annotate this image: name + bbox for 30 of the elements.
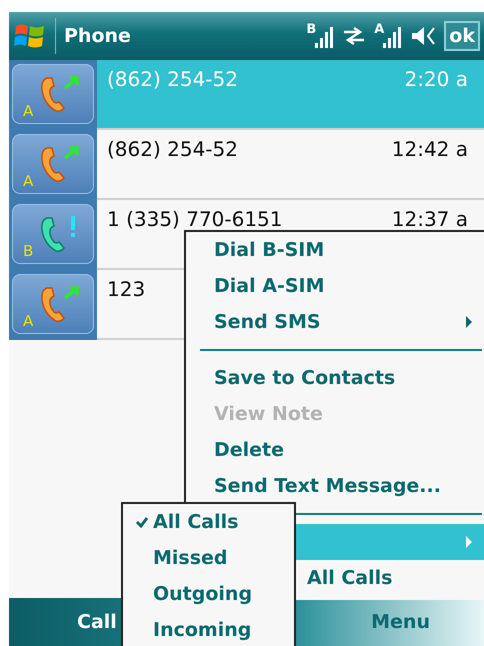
- window-title: Phone: [64, 24, 132, 49]
- menu-item[interactable]: Save to Contacts: [186, 360, 484, 396]
- menu-item[interactable]: Delete: [186, 432, 484, 468]
- menu-item[interactable]: Send Text Message...: [186, 468, 484, 504]
- phone-number: (862) 254-52: [107, 136, 238, 163]
- call-time: 12:37 a: [392, 206, 468, 233]
- menu-item[interactable]: Incoming: [123, 612, 294, 646]
- menu-item[interactable]: Dial B-SIM: [186, 232, 484, 268]
- phone-number: (862) 254-52: [107, 66, 238, 93]
- soft-key[interactable]: Menu: [365, 606, 436, 638]
- menu-item[interactable]: Dial A-SIM: [186, 268, 484, 304]
- sim-label: B: [23, 244, 34, 259]
- phone-number: 123: [107, 276, 146, 303]
- sim-label: A: [374, 23, 384, 36]
- sim-label: A: [23, 104, 34, 119]
- ok-button[interactable]: ok: [444, 21, 480, 51]
- call-time: 12:42 a: [392, 136, 468, 163]
- phone-number: 1 (335) 770-6151: [107, 206, 283, 233]
- menu-item[interactable]: Send SMS: [186, 304, 484, 340]
- menu-item[interactable]: Outgoing: [123, 576, 294, 612]
- call-time: 2:20 a: [404, 66, 468, 93]
- data-arrows-icon: [342, 25, 366, 47]
- sim-label: A: [23, 314, 34, 329]
- call-entry[interactable]: (862) 254-52 12:42 a: [97, 130, 484, 200]
- menu-item[interactable]: Missed: [123, 540, 294, 576]
- soft-key[interactable]: Call: [71, 606, 123, 638]
- sim-label: B: [306, 23, 316, 36]
- speaker-icon: [410, 24, 436, 48]
- sim-label: A: [23, 174, 34, 189]
- menu-item[interactable]: All Calls: [123, 504, 294, 540]
